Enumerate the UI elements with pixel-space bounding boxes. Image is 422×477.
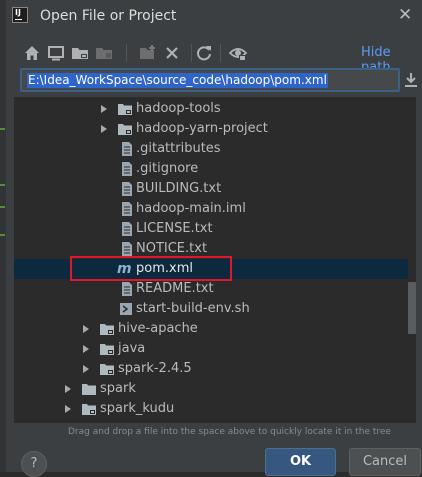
home-icon[interactable] — [22, 43, 42, 63]
tree-item-label: BUILDING.txt — [136, 181, 222, 196]
tree-item-hadoop-tools[interactable]: hadoop-tools — [14, 99, 408, 119]
new-folder-icon[interactable] — [138, 43, 158, 63]
text-file-icon — [122, 242, 132, 256]
tree-item-label: hive-apache — [118, 321, 198, 336]
open-file-dialog: IJ Open File or Project ✕ Hide E:\Idea_W… — [6, 0, 422, 477]
tree-item-label: .gitattributes — [136, 141, 221, 156]
delete-icon[interactable] — [162, 43, 182, 63]
gutter-marker — [0, 184, 5, 186]
expand-arrow-icon[interactable] — [83, 345, 89, 353]
tree-item-label: spark — [100, 381, 136, 396]
tree-item-java[interactable]: java — [14, 339, 408, 359]
tree-item-license-txt[interactable]: LICENSE.txt — [14, 219, 408, 239]
tree-item-label: java — [118, 341, 146, 356]
folder-icon — [82, 404, 96, 415]
intellij-app-icon: IJ — [12, 7, 28, 23]
tree-item-label: hadoop-yarn-project — [136, 121, 268, 136]
gutter-marker — [0, 128, 5, 130]
gutter-marker — [0, 206, 5, 208]
tree-item-label: start-build-env.sh — [136, 301, 250, 316]
toolbar-separator — [191, 44, 192, 62]
tree-item-gitignore[interactable]: .gitignore — [14, 159, 408, 179]
download-icon[interactable] — [404, 72, 418, 88]
folder-icon — [118, 104, 132, 115]
folder-icon — [100, 344, 114, 355]
drag-drop-hint: Drag and drop a file into the space abov… — [68, 427, 391, 437]
tree-item-label: spark-2.4.5 — [118, 361, 192, 376]
expand-arrow-icon[interactable] — [65, 385, 71, 393]
annotation-highlight-box — [70, 256, 232, 281]
tree-item-spark-2-4-5[interactable]: spark-2.4.5 — [14, 359, 408, 379]
toolbar-separator — [220, 44, 221, 62]
tree-item-label: README.txt — [136, 281, 214, 296]
path-input-value: E:\Idea_WorkSpace\source_code\hadoop\pom… — [27, 73, 328, 88]
tree-item-label: LICENSE.txt — [136, 221, 213, 236]
expand-arrow-icon[interactable] — [83, 365, 89, 373]
app-icon-text: IJ — [15, 8, 21, 17]
tree-item-label: spark_kudu — [100, 401, 175, 416]
tree-item-label: hadoop-tools — [136, 101, 221, 116]
tree-item-gitattributes[interactable]: .gitattributes — [14, 139, 408, 159]
folder-icon — [100, 324, 114, 335]
tree-item-start-build-env-sh[interactable]: start-build-env.sh — [14, 299, 408, 319]
show-hidden-icon[interactable] — [228, 43, 248, 63]
folder-icon — [100, 364, 114, 375]
text-file-icon — [122, 282, 132, 296]
project-folder-icon[interactable] — [70, 43, 90, 63]
close-icon[interactable]: ✕ — [398, 5, 412, 25]
module-folder-icon[interactable] — [94, 43, 114, 63]
refresh-icon[interactable] — [194, 43, 214, 63]
tree-item-hive-apache[interactable]: hive-apache — [14, 319, 408, 339]
text-file-icon — [122, 222, 132, 236]
folder-icon — [118, 124, 132, 135]
tree-item-label: .gitignore — [136, 161, 199, 176]
tree-item-building-txt[interactable]: BUILDING.txt — [14, 179, 408, 199]
tree-scrollbar[interactable] — [408, 282, 416, 334]
expand-arrow-icon[interactable] — [101, 125, 107, 133]
text-file-icon — [122, 202, 132, 216]
desktop-icon[interactable] — [46, 43, 66, 63]
path-row: E:\Idea_WorkSpace\source_code\hadoop\pom… — [20, 68, 404, 92]
path-input[interactable]: E:\Idea_WorkSpace\source_code\hadoop\pom… — [20, 68, 400, 92]
help-button[interactable]: ? — [21, 451, 47, 477]
toolbar-separator — [126, 44, 127, 62]
dialog-title: Open File or Project — [40, 8, 177, 24]
tree-item-label: hadoop-main.iml — [136, 201, 246, 216]
text-file-icon — [122, 182, 132, 196]
toolbar: Hide path — [6, 40, 422, 75]
text-file-icon — [122, 162, 132, 176]
text-file-icon — [122, 142, 132, 156]
gutter-marker — [0, 234, 5, 236]
tree-item-hadoop-yarn-project[interactable]: hadoop-yarn-project — [14, 119, 408, 139]
shell-script-icon — [120, 303, 132, 315]
tree-item-spark-kudu[interactable]: spark_kudu — [14, 399, 408, 419]
expand-arrow-icon[interactable] — [83, 325, 89, 333]
expand-arrow-icon[interactable] — [101, 105, 107, 113]
title-bar: IJ Open File or Project ✕ — [6, 0, 422, 34]
tree-item-spark[interactable]: spark — [14, 379, 408, 399]
tree-item-readme-txt[interactable]: README.txt — [14, 279, 408, 299]
folder-icon — [82, 384, 96, 395]
tree-item-hadoop-main-iml[interactable]: hadoop-main.iml — [14, 199, 408, 219]
expand-arrow-icon[interactable] — [65, 405, 71, 413]
